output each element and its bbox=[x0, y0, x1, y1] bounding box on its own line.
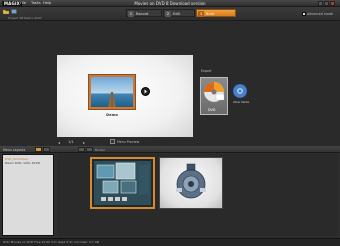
tab-edit-label: Edit bbox=[173, 12, 180, 16]
export-other-media-button[interactable] bbox=[231, 83, 249, 99]
speaker-layout-icon bbox=[176, 163, 206, 199]
border-label: Border bbox=[95, 148, 106, 152]
tab-edit[interactable]: 2 Edit bbox=[163, 9, 195, 17]
tab-burn-label: Burn bbox=[206, 12, 215, 16]
layout-thumbnail-selected[interactable] bbox=[90, 157, 155, 209]
list-item[interactable]: Demo DVD, VCD, SVCD bbox=[5, 161, 40, 165]
layout-view-icon[interactable] bbox=[35, 147, 42, 152]
maximize-button[interactable] bbox=[324, 1, 329, 6]
advanced-mode-label: Advanced mode bbox=[307, 12, 333, 16]
layouts-header bbox=[0, 146, 340, 153]
minimize-button[interactable] bbox=[318, 1, 323, 6]
menu-preview-label: Menu Preview bbox=[117, 140, 140, 144]
border-toggle-icon[interactable] bbox=[78, 147, 85, 152]
advanced-mode-checkbox[interactable] bbox=[302, 12, 306, 16]
layout-list: DVD_Animated Demo DVD, VCD, SVCD bbox=[2, 154, 54, 236]
save-icon[interactable] bbox=[11, 9, 17, 14]
next-page-arrow-icon[interactable]: ▸ bbox=[83, 140, 85, 145]
prev-page-arrow-icon[interactable]: ◂ bbox=[58, 140, 60, 145]
project-name: Project 1B Demo 2007 bbox=[8, 16, 42, 20]
layout-thumbnail[interactable] bbox=[159, 157, 223, 209]
thumbnail-caption: Demo bbox=[106, 113, 118, 117]
tab-burn-number: 3 bbox=[198, 11, 204, 17]
layouts-title: Menu Layouts bbox=[3, 148, 26, 152]
tab-record-number: 1 bbox=[128, 11, 134, 17]
menu-preview-button[interactable] bbox=[110, 139, 115, 144]
tab-record-label: Record bbox=[136, 12, 149, 16]
tab-edit-number: 2 bbox=[165, 11, 171, 17]
tab-burn[interactable]: 3 Burn bbox=[196, 9, 236, 17]
pier-image-icon bbox=[91, 77, 133, 107]
demo-thumbnail[interactable] bbox=[88, 74, 136, 110]
menu-tasks[interactable]: Tasks bbox=[31, 1, 41, 6]
export-other-media-label: Other Media bbox=[233, 101, 249, 104]
layout-preview-icon bbox=[92, 159, 153, 207]
dvd-disc-icon bbox=[203, 81, 225, 103]
other-media-icon bbox=[232, 83, 248, 99]
menu-file[interactable]: File bbox=[20, 1, 26, 6]
close-button[interactable] bbox=[330, 1, 335, 6]
page-indicator: 1/1 bbox=[68, 140, 74, 144]
tab-record[interactable]: 1 Record bbox=[126, 9, 162, 17]
export-dvd-label: DVD bbox=[208, 108, 216, 112]
next-page-button[interactable] bbox=[141, 87, 150, 96]
border-settings-icon[interactable] bbox=[86, 147, 93, 152]
status-text: DVD Movies on DVD Free 10:00 min Used 0:… bbox=[3, 240, 100, 244]
app-logo: MAGIX bbox=[2, 1, 22, 6]
folder-icon[interactable] bbox=[2, 9, 10, 15]
export-label: Export bbox=[201, 69, 212, 73]
menu-help[interactable]: Help bbox=[43, 1, 51, 6]
layout-edit-icon[interactable] bbox=[43, 147, 50, 152]
